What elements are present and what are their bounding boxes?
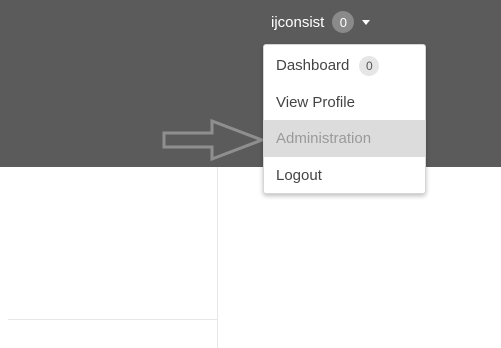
notification-count-badge: 0 (332, 11, 355, 33)
user-dropdown-menu: Dashboard 0 View Profile Administration … (263, 44, 426, 194)
menu-item-dashboard[interactable]: Dashboard 0 (264, 47, 425, 84)
menu-item-administration[interactable]: Administration (264, 120, 425, 157)
right-arrow-outline-icon (162, 118, 267, 162)
content-divider-horizontal (8, 319, 217, 320)
content-divider-vertical (217, 167, 218, 348)
menu-item-label: View Profile (276, 94, 355, 111)
user-menu-toggle[interactable]: ijconsist 0 (271, 10, 371, 34)
chevron-down-icon (362, 19, 371, 25)
menu-item-label: Administration (276, 130, 372, 147)
menu-item-logout[interactable]: Logout (264, 157, 425, 194)
menu-item-label: Logout (276, 167, 322, 184)
menu-item-view-profile[interactable]: View Profile (264, 84, 425, 121)
dashboard-count-badge: 0 (359, 55, 380, 76)
username-label: ijconsist (271, 13, 325, 31)
menu-item-label: Dashboard (276, 57, 350, 74)
